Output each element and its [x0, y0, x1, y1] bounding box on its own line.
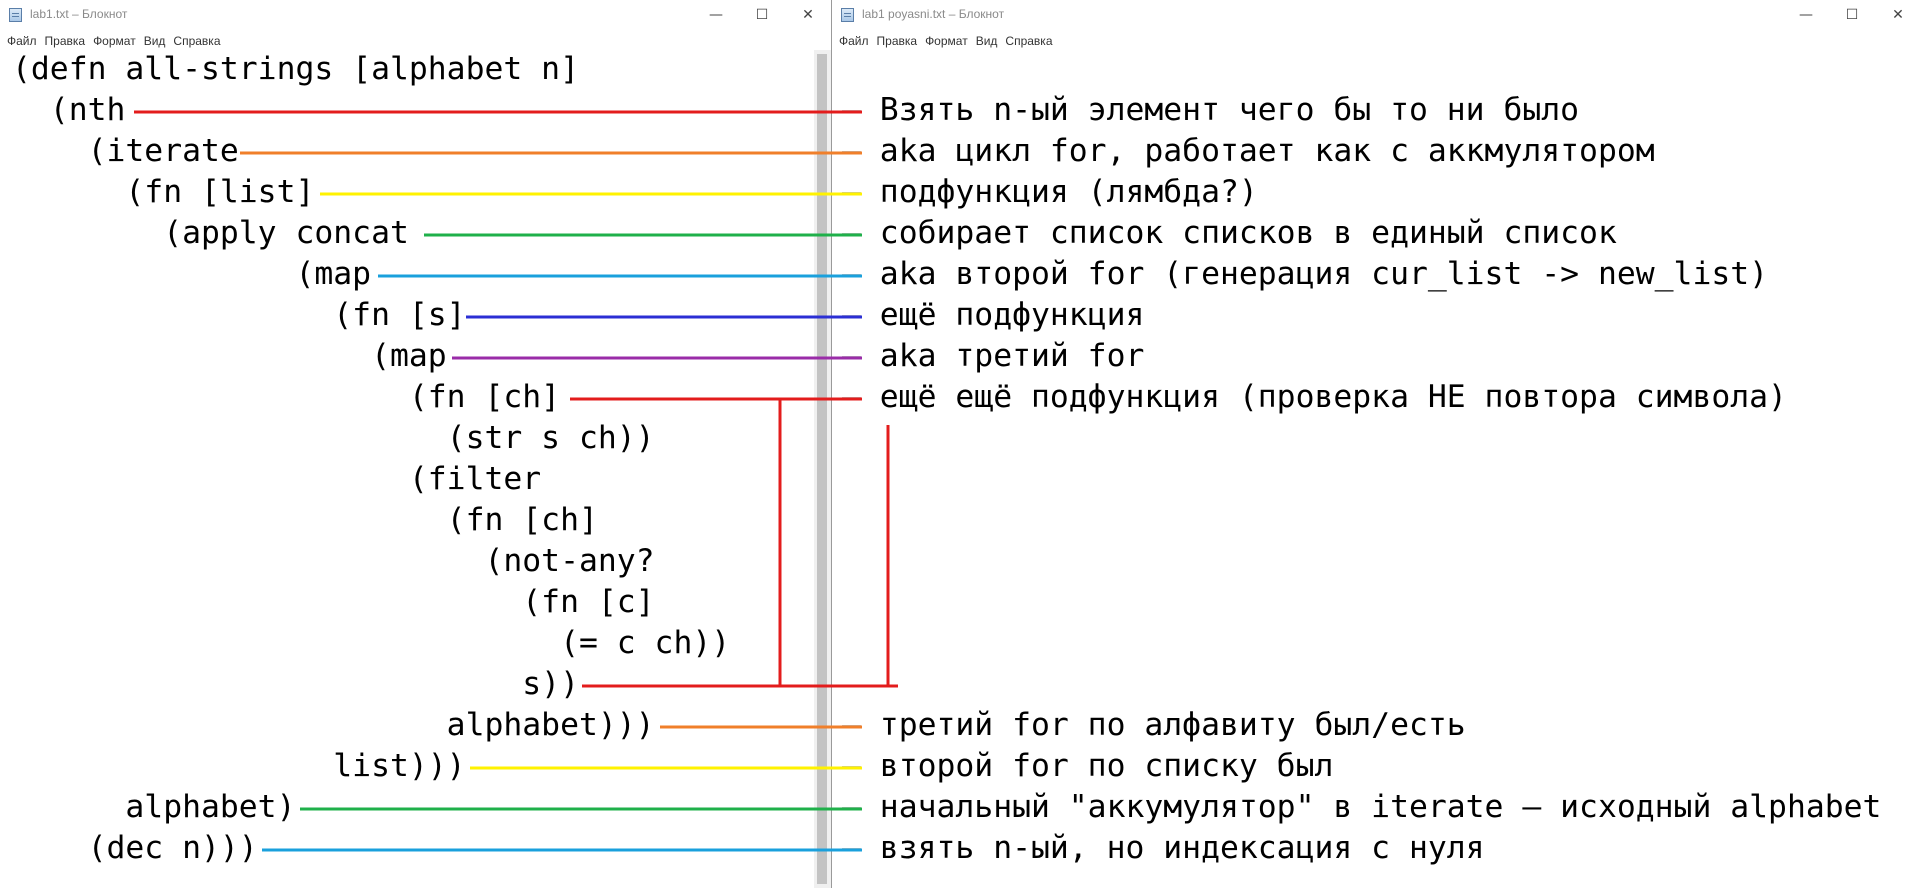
connector-overlay: [134, 110, 898, 852]
